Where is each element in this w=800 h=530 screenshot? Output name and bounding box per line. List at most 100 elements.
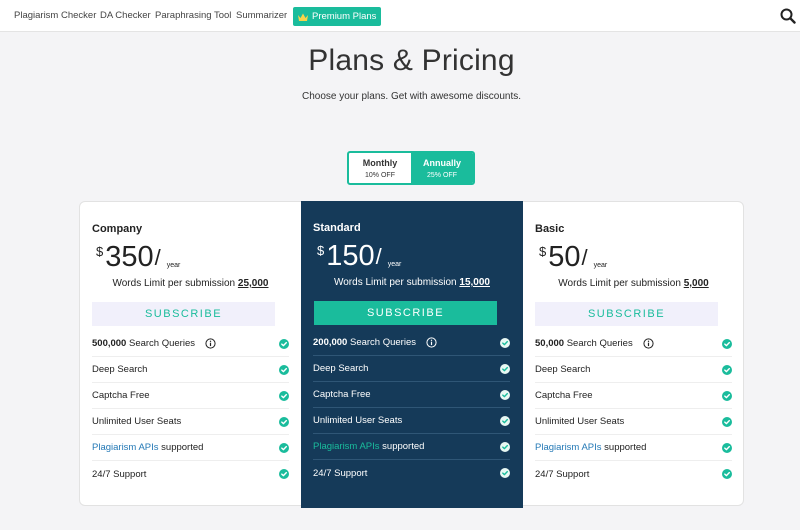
feature-label: 24/7 Support — [535, 468, 590, 480]
toggle-annually[interactable]: Annually 25% OFF — [411, 153, 473, 183]
plan-card-standard: Standard $150/ year Words Limit per submiss… — [301, 201, 523, 508]
nav-summarizer[interactable]: Summarizer — [236, 10, 287, 21]
check-icon — [279, 417, 289, 427]
price-slash: / — [581, 245, 588, 270]
feature-text: 50,000 Search Queries — [535, 338, 633, 349]
price-currency: $ — [96, 244, 104, 259]
nav-da-checker[interactable]: DA Checker — [100, 10, 151, 21]
top-nav: Plagiarism Checker DA Checker Paraphrasi… — [0, 0, 800, 32]
words-limit-value: 5,000 — [683, 278, 709, 289]
subscribe-button[interactable]: SUBSCRIBE — [535, 302, 718, 326]
feature-row: Unlimited User Seats — [92, 409, 289, 435]
feature-text: Captcha Free — [313, 389, 371, 400]
feature-text: 24/7 Support — [313, 468, 367, 479]
feature-label: Unlimited User Seats — [535, 416, 625, 427]
feature-label: Deep Search — [313, 363, 369, 374]
words-limit-label: Words Limit per submission — [333, 277, 457, 288]
feature-row: Captcha Free — [535, 383, 732, 409]
feature-row: 500,000 Search Queries — [92, 331, 289, 357]
check-icon — [279, 443, 289, 453]
feature-row: Unlimited User Seats — [535, 409, 732, 435]
feature-label: Captcha Free — [92, 390, 150, 401]
feature-row: 50,000 Search Queries — [535, 331, 732, 357]
feature-text: Unlimited User Seats — [535, 416, 624, 427]
feature-label: Unlimited User Seats — [313, 415, 403, 426]
words-limit: Words Limit per submission 15,000 — [301, 277, 523, 288]
check-icon — [500, 442, 510, 452]
plan-name: Company — [92, 223, 143, 235]
plagiarism-apis-link[interactable]: Plagiarism APIs — [92, 442, 159, 453]
billing-toggle: Monthly 10% OFF Annually 25% OFF — [347, 151, 475, 185]
check-icon — [722, 443, 732, 453]
feature-text: Captcha Free — [92, 390, 150, 401]
words-limit-value: 25,000 — [237, 278, 269, 289]
check-icon — [722, 391, 732, 401]
info-icon[interactable] — [643, 338, 654, 349]
feature-text: Deep Search — [313, 363, 368, 374]
feature-row: Deep Search — [313, 356, 510, 382]
feature-label: Unlimited User Seats — [92, 416, 182, 427]
nav-paraphrasing-tool[interactable]: Paraphrasing Tool — [155, 10, 231, 21]
price-currency: $ — [317, 243, 325, 258]
feature-text: 24/7 Support — [92, 469, 146, 480]
feature-row: Plagiarism APIs supported — [535, 435, 732, 461]
plan-card-company: Company $350/ year Words Limit per submissi… — [80, 202, 301, 507]
feature-bold: 500,000 — [92, 338, 127, 349]
feature-bold: 50,000 — [535, 338, 565, 349]
check-icon — [500, 364, 510, 374]
check-icon — [722, 365, 732, 375]
feature-label: supported — [379, 441, 425, 452]
price-currency: $ — [539, 244, 547, 259]
feature-label: Search Queries — [564, 338, 633, 349]
feature-label: Search Queries — [126, 338, 195, 349]
plan-card-basic: Basic $50/ year Words Limit per submission … — [523, 202, 744, 507]
price-slash: / — [154, 245, 161, 270]
feature-label: Captcha Free — [535, 390, 593, 401]
price-period: year — [593, 262, 608, 269]
feature-text: Deep Search — [535, 364, 590, 375]
feature-text: Unlimited User Seats — [92, 416, 181, 427]
feature-row: 24/7 Support — [313, 460, 510, 486]
feature-label: Search Queries — [347, 337, 416, 348]
pricing-cards: Company $350/year Words Limit per submissi… — [79, 201, 744, 508]
premium-plans-button[interactable]: Premium Plans — [293, 7, 382, 26]
plan-name: Standard — [313, 222, 361, 234]
toggle-monthly-discount: 10% OFF — [365, 171, 395, 179]
plagiarism-apis-link[interactable]: Plagiarism APIs — [535, 442, 602, 453]
feature-text: 24/7 Support — [535, 469, 589, 480]
feature-text: Plagiarism APIs supported — [535, 442, 646, 453]
nav-plagiarism-checker[interactable]: Plagiarism Checker — [14, 10, 96, 21]
plan-name: Basic — [535, 223, 565, 235]
price-amount: 50 — [548, 241, 581, 273]
plan-price: $350/ year — [96, 240, 180, 276]
subscribe-button[interactable]: SUBSCRIBE — [92, 302, 275, 326]
toggle-annually-discount: 25% OFF — [427, 171, 457, 179]
feature-text: Captcha Free — [535, 390, 593, 401]
check-icon — [722, 339, 732, 349]
check-icon — [722, 417, 732, 427]
search-icon[interactable] — [780, 8, 796, 24]
feature-text: 200,000 Search Queries — [313, 337, 416, 348]
feature-label: 24/7 Support — [313, 467, 368, 479]
feature-row: Plagiarism APIs supported — [313, 434, 510, 460]
info-icon[interactable] — [205, 338, 216, 349]
price-amount: 150 — [326, 240, 375, 272]
price-amount: 350 — [105, 241, 154, 273]
feature-row: Captcha Free — [92, 383, 289, 409]
price-period: year — [166, 262, 181, 269]
subscribe-button[interactable]: SUBSCRIBE — [314, 301, 497, 325]
toggle-monthly-label: Monthly — [362, 157, 398, 168]
check-icon — [722, 469, 732, 479]
feature-row: 24/7 Support — [92, 461, 289, 487]
words-limit: Words Limit per submission 25,000 — [80, 278, 301, 289]
feature-label: supported — [601, 442, 647, 453]
toggle-monthly[interactable]: Monthly 10% OFF — [349, 153, 411, 183]
plagiarism-apis-link[interactable]: Plagiarism APIs — [313, 441, 380, 452]
words-limit: Words Limit per submission 5,000 — [523, 278, 744, 289]
info-icon[interactable] — [426, 337, 437, 348]
check-icon — [500, 468, 510, 478]
feature-text: Plagiarism APIs supported — [313, 441, 424, 452]
feature-text: 500,000 Search Queries — [92, 338, 195, 349]
price-period: year — [387, 261, 402, 268]
check-icon — [279, 339, 289, 349]
